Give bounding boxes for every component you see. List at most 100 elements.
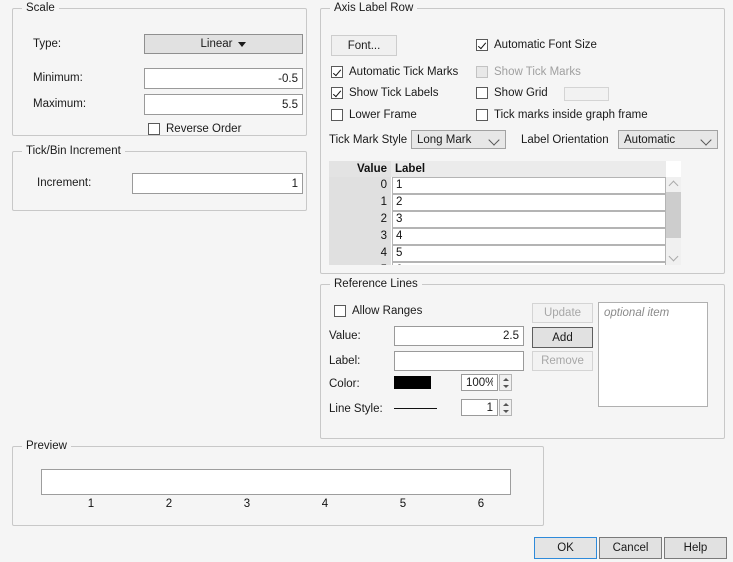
reference-lines-legend: Reference Lines	[330, 278, 422, 291]
label-orientation-value: Automatic	[624, 133, 676, 146]
preview-tick-label: 1	[87, 498, 95, 510]
automatic-font-size-label: Automatic Font Size	[494, 39, 597, 51]
preview-tick-label: 4	[321, 498, 329, 510]
scale-maximum-input[interactable]	[144, 94, 303, 115]
show-tick-labels-label: Show Tick Labels	[349, 87, 439, 99]
scale-minimum-label: Minimum:	[33, 72, 83, 84]
table-cell-value: 3	[329, 228, 391, 245]
tick-marks-inside-frame-checkbox[interactable]: Tick marks inside graph frame	[476, 108, 648, 122]
table-cell-value: 2	[329, 211, 391, 228]
checkbox-box	[331, 66, 343, 78]
lower-frame-checkbox[interactable]: Lower Frame	[331, 108, 417, 122]
increment-input[interactable]	[132, 173, 303, 194]
show-tick-labels-checkbox[interactable]: Show Tick Labels	[331, 86, 439, 100]
scroll-up-icon[interactable]	[666, 177, 681, 192]
increment-label: Increment:	[37, 177, 92, 189]
tick-bin-increment-group: Tick/Bin Increment Increment:	[12, 145, 307, 211]
spinner-down-icon[interactable]	[500, 382, 511, 390]
scrollbar-thumb[interactable]	[666, 192, 681, 238]
listbox-placeholder: optional item	[604, 307, 670, 319]
table-cell-label[interactable]: 6	[392, 262, 666, 265]
opacity-input[interactable]	[461, 374, 498, 391]
tick-mark-style-label: Tick Mark Style	[329, 134, 408, 146]
axis-label-row-legend: Axis Label Row	[330, 2, 418, 15]
checkbox-box	[476, 66, 488, 78]
table-cell-value: 5	[329, 262, 391, 265]
show-grid-color-button[interactable]	[564, 87, 609, 101]
allow-ranges-checkbox[interactable]: Allow Ranges	[334, 304, 422, 318]
reference-value-input[interactable]	[394, 326, 524, 346]
add-button[interactable]: Add	[532, 327, 593, 348]
show-grid-checkbox[interactable]: Show Grid	[476, 86, 548, 100]
table-cell-label[interactable]: 4	[392, 228, 666, 245]
reverse-order-label: Reverse Order	[166, 123, 242, 135]
table-row[interactable]: 1 2	[329, 194, 666, 211]
table-vertical-scrollbar[interactable]	[666, 177, 681, 265]
cancel-button[interactable]: Cancel	[599, 537, 662, 559]
reverse-order-checkbox[interactable]: Reverse Order	[148, 122, 241, 136]
table-cell-label[interactable]: 1	[392, 177, 666, 194]
scroll-down-icon[interactable]	[666, 250, 681, 265]
reference-value-label: Value:	[329, 330, 361, 342]
update-button[interactable]: Update	[532, 303, 593, 323]
reference-label-label: Label:	[329, 355, 361, 367]
table-row[interactable]: 3 4	[329, 228, 666, 245]
spinner-down-icon[interactable]	[500, 407, 511, 415]
opacity-spinner[interactable]	[499, 374, 512, 391]
font-button[interactable]: Font...	[331, 35, 397, 56]
line-width-input[interactable]	[461, 399, 498, 416]
checkbox-box	[148, 123, 160, 135]
table-row[interactable]: 5 6	[329, 262, 666, 265]
tick-bin-group-legend: Tick/Bin Increment	[22, 145, 125, 158]
table-cell-label[interactable]: 5	[392, 245, 666, 262]
checkbox-box	[334, 305, 346, 317]
show-grid-label: Show Grid	[494, 87, 548, 99]
automatic-tick-marks-label: Automatic Tick Marks	[349, 66, 459, 78]
table-header-value: Value	[329, 161, 391, 177]
scale-maximum-label: Maximum:	[33, 98, 87, 110]
table-row[interactable]: 0 1	[329, 177, 666, 194]
table-cell-value: 1	[329, 194, 391, 211]
preview-group: Preview 1 2 3 4 5 6	[12, 440, 544, 526]
table-row[interactable]: 4 5	[329, 245, 666, 262]
checkbox-box	[476, 87, 488, 99]
line-width-spinner[interactable]	[499, 399, 512, 416]
line-style-sample[interactable]	[394, 408, 437, 409]
scale-group-legend: Scale	[22, 2, 59, 15]
lower-frame-label: Lower Frame	[349, 109, 417, 121]
chevron-down-icon	[238, 41, 247, 47]
reference-label-input[interactable]	[394, 351, 524, 371]
show-tick-marks-label: Show Tick Marks	[494, 66, 581, 78]
table-cell-label[interactable]: 3	[392, 211, 666, 228]
axis-label-row-group: Axis Label Row Font... Automatic Font Si…	[320, 2, 725, 274]
automatic-tick-marks-checkbox[interactable]: Automatic Tick Marks	[331, 65, 458, 79]
scale-minimum-input[interactable]	[144, 68, 303, 89]
table-cell-label[interactable]: 2	[392, 194, 666, 211]
checkbox-box	[476, 109, 488, 121]
help-button[interactable]: Help	[664, 537, 727, 559]
scale-group: Scale Type: Linear Minimum: Maximum: Rev…	[12, 2, 307, 136]
checkbox-box	[476, 39, 488, 51]
reference-lines-listbox[interactable]: optional item	[598, 302, 708, 407]
table-body: 0 1 1 2 2 3 3 4 4 5 5 6	[329, 177, 666, 265]
tick-mark-style-dropdown[interactable]: Long Mark	[411, 130, 506, 149]
remove-button[interactable]: Remove	[532, 351, 593, 371]
axis-label-table[interactable]: Value Label 0 1 1 2 2 3 3 4 4 5	[329, 161, 681, 265]
chevron-down-icon	[488, 133, 500, 146]
ok-button[interactable]: OK	[534, 537, 597, 559]
label-orientation-label: Label Orientation	[521, 134, 609, 146]
preview-axis-frame	[41, 469, 511, 495]
show-tick-marks-checkbox[interactable]: Show Tick Marks	[476, 65, 581, 79]
preview-tick-label: 5	[399, 498, 407, 510]
scale-type-dropdown[interactable]: Linear	[144, 34, 303, 54]
label-orientation-dropdown[interactable]: Automatic	[618, 130, 718, 149]
reference-line-style-label: Line Style:	[329, 403, 383, 415]
table-header-row: Value Label	[329, 161, 666, 177]
table-row[interactable]: 2 3	[329, 211, 666, 228]
scale-type-label: Type:	[33, 38, 62, 50]
color-swatch[interactable]	[394, 376, 431, 389]
chevron-down-icon	[700, 133, 712, 146]
tick-mark-style-value: Long Mark	[417, 133, 472, 146]
reference-color-label: Color:	[329, 378, 360, 390]
automatic-font-size-checkbox[interactable]: Automatic Font Size	[476, 38, 597, 52]
